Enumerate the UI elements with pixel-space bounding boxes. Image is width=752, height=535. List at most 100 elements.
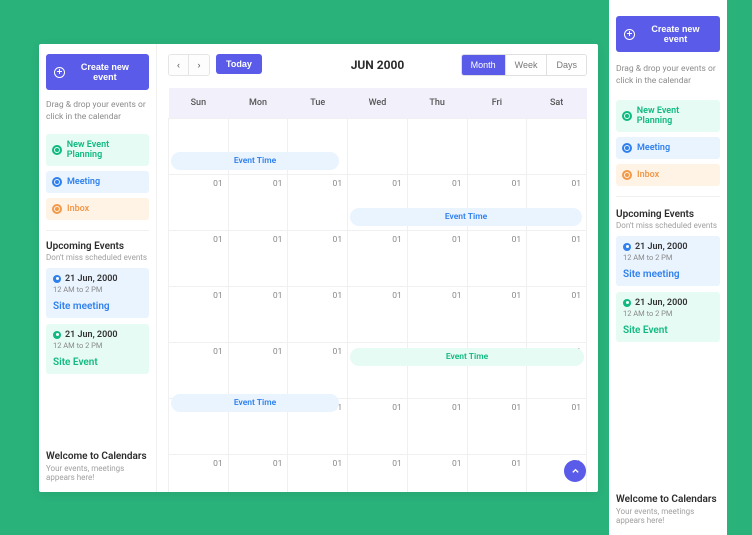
calendar-cell[interactable]: 01 xyxy=(527,231,587,287)
calendar-cell[interactable]: 01 xyxy=(407,455,467,493)
event-chip[interactable]: Event Time xyxy=(171,152,339,170)
calendar-cell[interactable]: 01 xyxy=(407,287,467,343)
calendar-cell[interactable] xyxy=(348,119,408,175)
day-number: 01 xyxy=(452,459,462,469)
calendar-cell[interactable]: 01 xyxy=(467,231,527,287)
calendar-cell[interactable]: 01 xyxy=(169,455,229,493)
view-month-button[interactable]: Month xyxy=(462,55,505,75)
sidebar: Create new event Drag & drop your events… xyxy=(39,44,157,492)
calendar-cell[interactable]: 01 xyxy=(228,231,288,287)
calendar-cell[interactable] xyxy=(527,119,587,175)
upcoming-time: 12 AM to 2 PM xyxy=(53,285,142,294)
day-number: 01 xyxy=(452,179,462,189)
tag-inbox[interactable]: Inbox xyxy=(46,198,149,220)
upcoming-card-event[interactable]: 21 Jun, 2000 12 AM to 2 PM Site Event xyxy=(46,324,149,374)
calendar-cell[interactable] xyxy=(467,119,527,175)
chevron-up-icon xyxy=(571,467,580,476)
tag-label: New Event Planning xyxy=(67,140,143,160)
day-header: Mon xyxy=(228,88,288,119)
section-subtitle: Don't miss scheduled events xyxy=(46,253,149,262)
day-header: Sat xyxy=(527,88,587,119)
upcoming-title: Site meeting xyxy=(623,269,713,280)
event-chip-label: Event Time xyxy=(446,352,488,362)
day-number: 01 xyxy=(452,403,462,413)
day-number: 01 xyxy=(392,179,402,189)
tag-new-event-planning[interactable]: New Event Planning xyxy=(46,134,149,166)
plus-circle-icon xyxy=(54,67,65,78)
day-number: 01 xyxy=(273,235,283,245)
event-chip[interactable]: Event Time xyxy=(350,348,584,366)
upcoming-events-section: Upcoming Events Don't miss scheduled eve… xyxy=(46,241,149,374)
tag-new-event-planning[interactable]: New Event Planning xyxy=(616,100,720,132)
day-number: 01 xyxy=(392,403,402,413)
next-month-button[interactable]: › xyxy=(189,55,209,75)
calendar-cell[interactable]: 01 xyxy=(467,455,527,493)
calendar-cell[interactable]: 01 xyxy=(228,175,288,231)
calendar-cell[interactable] xyxy=(407,119,467,175)
tag-inbox[interactable]: Inbox xyxy=(616,164,720,186)
day-number: 01 xyxy=(333,179,343,189)
event-chip-label: Event Time xyxy=(445,212,487,222)
calendar-cell[interactable]: 01 xyxy=(348,287,408,343)
calendar-cell[interactable]: 01 xyxy=(527,287,587,343)
calendar-cell[interactable]: 01 xyxy=(228,455,288,493)
tag-label: Inbox xyxy=(67,204,89,214)
day-number: 01 xyxy=(392,459,402,469)
calendar-cell[interactable]: 01 xyxy=(288,455,348,493)
tag-meeting[interactable]: Meeting xyxy=(616,137,720,159)
calendar-app-window: Create new event Drag & drop your events… xyxy=(39,44,598,492)
upcoming-date: 21 Jun, 2000 xyxy=(65,330,118,340)
view-switch: Month Week Days xyxy=(461,54,587,76)
day-header: Sun xyxy=(169,88,229,119)
calendar-cell[interactable]: 01 xyxy=(169,287,229,343)
calendar-cell[interactable]: 01 xyxy=(467,399,527,455)
calendar-cell[interactable]: 01 xyxy=(288,343,348,399)
calendar-cell[interactable]: 01 xyxy=(169,231,229,287)
calendar-cell[interactable]: 01 xyxy=(228,287,288,343)
day-number: 01 xyxy=(452,291,462,301)
day-header: Tue xyxy=(288,88,348,119)
tag-meeting[interactable]: Meeting xyxy=(46,171,149,193)
day-number: 01 xyxy=(333,347,343,357)
sidebar-standalone: Create new event Drag & drop your events… xyxy=(609,0,727,535)
calendar-cell[interactable]: 01 xyxy=(228,343,288,399)
upcoming-card-meeting[interactable]: 21 Jun, 2000 12 AM to 2 PM Site meeting xyxy=(616,236,720,286)
create-event-button[interactable]: Create new event xyxy=(46,54,149,90)
welcome-section: Welcome to Calendars Your events, meetin… xyxy=(616,494,720,525)
day-header: Thu xyxy=(407,88,467,119)
calendar-cell[interactable]: 01 xyxy=(169,175,229,231)
event-chip[interactable]: Event Time xyxy=(350,208,582,226)
view-week-button[interactable]: Week xyxy=(505,55,547,75)
calendar-cell[interactable]: 01 xyxy=(348,231,408,287)
dot-icon xyxy=(622,170,632,180)
calendar-cell[interactable]: 01 xyxy=(169,343,229,399)
day-number: 01 xyxy=(512,291,522,301)
upcoming-card-event[interactable]: 21 Jun, 2000 12 AM to 2 PM Site Event xyxy=(616,292,720,342)
chevron-left-icon: ‹ xyxy=(177,60,180,70)
prev-month-button[interactable]: ‹ xyxy=(169,55,189,75)
event-chip[interactable]: Event Time xyxy=(171,394,339,412)
calendar-cell[interactable]: 01 xyxy=(288,231,348,287)
view-days-button[interactable]: Days xyxy=(546,55,586,75)
scroll-up-button[interactable] xyxy=(564,460,586,482)
calendar-cell[interactable]: 01 xyxy=(407,231,467,287)
tag-label: New Event Planning xyxy=(637,106,714,126)
calendar-cell[interactable]: 01 xyxy=(467,287,527,343)
welcome-title: Welcome to Calendars xyxy=(616,494,720,505)
upcoming-card-meeting[interactable]: 21 Jun, 2000 12 AM to 2 PM Site meeting xyxy=(46,268,149,318)
upcoming-time: 12 AM to 2 PM xyxy=(623,253,713,262)
day-number: 01 xyxy=(213,459,223,469)
calendar-cell[interactable]: 01 xyxy=(348,399,408,455)
today-button[interactable]: Today xyxy=(216,54,262,74)
event-chip-label: Event Time xyxy=(234,156,276,166)
calendar-cell[interactable]: 01 xyxy=(407,399,467,455)
upcoming-title: Site Event xyxy=(623,325,713,336)
calendar-main: ‹ › Today JUN 2000 Month Week Days Sun M… xyxy=(157,44,598,492)
calendar-cell[interactable]: 01 xyxy=(348,455,408,493)
create-event-button[interactable]: Create new event xyxy=(616,16,720,52)
welcome-title: Welcome to Calendars xyxy=(46,451,149,462)
calendar-cell[interactable]: 01 xyxy=(288,287,348,343)
calendar-cell[interactable]: 01 xyxy=(288,175,348,231)
calendar-cell[interactable]: 01 xyxy=(527,399,587,455)
welcome-subtitle: Your events, meetings appears here! xyxy=(616,507,720,525)
